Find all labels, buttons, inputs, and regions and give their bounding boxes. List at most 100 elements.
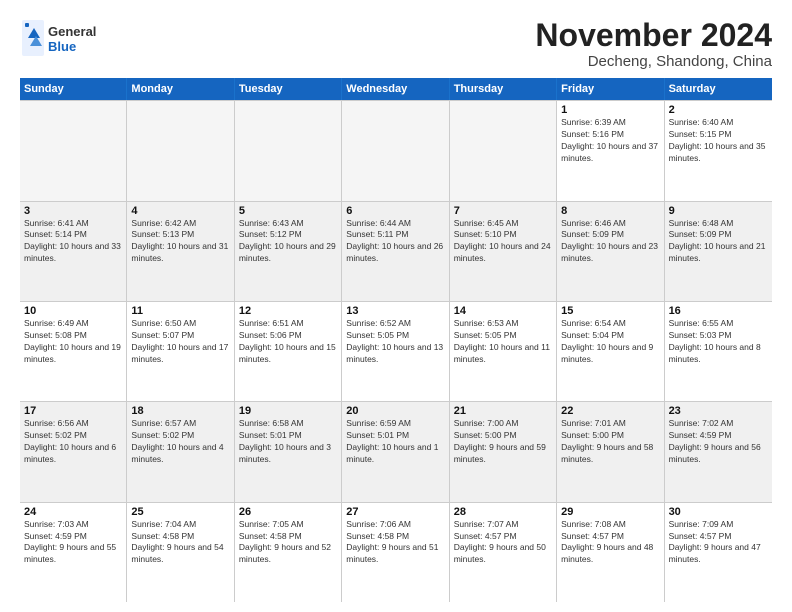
day-info: Sunrise: 6:55 AM Sunset: 5:03 PM Dayligh…	[669, 318, 768, 366]
day-cell-8: 8 Sunrise: 6:46 AM Sunset: 5:09 PM Dayli…	[557, 202, 664, 301]
header-wednesday: Wednesday	[342, 78, 449, 100]
day-info: Sunrise: 6:57 AM Sunset: 5:02 PM Dayligh…	[131, 418, 229, 466]
title-block: November 2024 Decheng, Shandong, China	[535, 18, 772, 70]
day-info: Sunrise: 7:05 AM Sunset: 4:58 PM Dayligh…	[239, 519, 337, 567]
day-info: Sunrise: 6:51 AM Sunset: 5:06 PM Dayligh…	[239, 318, 337, 366]
day-cell-9: 9 Sunrise: 6:48 AM Sunset: 5:09 PM Dayli…	[665, 202, 772, 301]
day-cell-3: 3 Sunrise: 6:41 AM Sunset: 5:14 PM Dayli…	[20, 202, 127, 301]
day-cell-27: 27 Sunrise: 7:06 AM Sunset: 4:58 PM Dayl…	[342, 503, 449, 602]
day-cell-22: 22 Sunrise: 7:01 AM Sunset: 5:00 PM Dayl…	[557, 402, 664, 501]
day-number: 14	[454, 305, 552, 317]
day-info: Sunrise: 6:53 AM Sunset: 5:05 PM Dayligh…	[454, 318, 552, 366]
day-info: Sunrise: 7:06 AM Sunset: 4:58 PM Dayligh…	[346, 519, 444, 567]
day-number: 1	[561, 104, 659, 116]
day-cell-30: 30 Sunrise: 7:09 AM Sunset: 4:57 PM Dayl…	[665, 503, 772, 602]
day-info: Sunrise: 7:04 AM Sunset: 4:58 PM Dayligh…	[131, 519, 229, 567]
day-info: Sunrise: 6:39 AM Sunset: 5:16 PM Dayligh…	[561, 117, 659, 165]
day-info: Sunrise: 6:59 AM Sunset: 5:01 PM Dayligh…	[346, 418, 444, 466]
day-cell-6: 6 Sunrise: 6:44 AM Sunset: 5:11 PM Dayli…	[342, 202, 449, 301]
day-cell-empty	[450, 101, 557, 200]
day-cell-23: 23 Sunrise: 7:02 AM Sunset: 4:59 PM Dayl…	[665, 402, 772, 501]
header-thursday: Thursday	[450, 78, 557, 100]
day-number: 17	[24, 405, 122, 417]
day-number: 21	[454, 405, 552, 417]
day-cell-7: 7 Sunrise: 6:45 AM Sunset: 5:10 PM Dayli…	[450, 202, 557, 301]
day-number: 16	[669, 305, 768, 317]
day-cell-empty	[127, 101, 234, 200]
day-number: 4	[131, 205, 229, 217]
day-cell-15: 15 Sunrise: 6:54 AM Sunset: 5:04 PM Dayl…	[557, 302, 664, 401]
day-number: 29	[561, 506, 659, 518]
week-row-3: 10 Sunrise: 6:49 AM Sunset: 5:08 PM Dayl…	[20, 301, 772, 401]
day-info: Sunrise: 6:50 AM Sunset: 5:07 PM Dayligh…	[131, 318, 229, 366]
day-info: Sunrise: 7:09 AM Sunset: 4:57 PM Dayligh…	[669, 519, 768, 567]
day-info: Sunrise: 6:46 AM Sunset: 5:09 PM Dayligh…	[561, 218, 659, 266]
day-number: 23	[669, 405, 768, 417]
day-number: 8	[561, 205, 659, 217]
week-row-4: 17 Sunrise: 6:56 AM Sunset: 5:02 PM Dayl…	[20, 401, 772, 501]
calendar-body: 1 Sunrise: 6:39 AM Sunset: 5:16 PM Dayli…	[20, 100, 772, 602]
day-cell-empty	[235, 101, 342, 200]
day-info: Sunrise: 6:49 AM Sunset: 5:08 PM Dayligh…	[24, 318, 122, 366]
calendar-header: Sunday Monday Tuesday Wednesday Thursday…	[20, 78, 772, 100]
day-cell-13: 13 Sunrise: 6:52 AM Sunset: 5:05 PM Dayl…	[342, 302, 449, 401]
week-row-5: 24 Sunrise: 7:03 AM Sunset: 4:59 PM Dayl…	[20, 502, 772, 602]
day-cell-4: 4 Sunrise: 6:42 AM Sunset: 5:13 PM Dayli…	[127, 202, 234, 301]
day-info: Sunrise: 6:52 AM Sunset: 5:05 PM Dayligh…	[346, 318, 444, 366]
day-cell-2: 2 Sunrise: 6:40 AM Sunset: 5:15 PM Dayli…	[665, 101, 772, 200]
day-cell-29: 29 Sunrise: 7:08 AM Sunset: 4:57 PM Dayl…	[557, 503, 664, 602]
day-number: 10	[24, 305, 122, 317]
day-cell-24: 24 Sunrise: 7:03 AM Sunset: 4:59 PM Dayl…	[20, 503, 127, 602]
day-cell-1: 1 Sunrise: 6:39 AM Sunset: 5:16 PM Dayli…	[557, 101, 664, 200]
day-info: Sunrise: 7:07 AM Sunset: 4:57 PM Dayligh…	[454, 519, 552, 567]
day-number: 12	[239, 305, 337, 317]
day-cell-empty	[342, 101, 449, 200]
day-info: Sunrise: 6:43 AM Sunset: 5:12 PM Dayligh…	[239, 218, 337, 266]
svg-text:Blue: Blue	[48, 39, 76, 54]
day-info: Sunrise: 6:48 AM Sunset: 5:09 PM Dayligh…	[669, 218, 768, 266]
day-info: Sunrise: 6:56 AM Sunset: 5:02 PM Dayligh…	[24, 418, 122, 466]
day-info: Sunrise: 7:01 AM Sunset: 5:00 PM Dayligh…	[561, 418, 659, 466]
day-number: 18	[131, 405, 229, 417]
header-saturday: Saturday	[665, 78, 772, 100]
day-number: 9	[669, 205, 768, 217]
day-number: 20	[346, 405, 444, 417]
day-number: 2	[669, 104, 768, 116]
day-number: 15	[561, 305, 659, 317]
day-cell-12: 12 Sunrise: 6:51 AM Sunset: 5:06 PM Dayl…	[235, 302, 342, 401]
day-cell-11: 11 Sunrise: 6:50 AM Sunset: 5:07 PM Dayl…	[127, 302, 234, 401]
month-title: November 2024	[535, 18, 772, 53]
day-info: Sunrise: 6:45 AM Sunset: 5:10 PM Dayligh…	[454, 218, 552, 266]
day-cell-empty	[20, 101, 127, 200]
svg-text:General: General	[48, 24, 96, 39]
header-friday: Friday	[557, 78, 664, 100]
logo: General Blue	[20, 18, 110, 58]
day-info: Sunrise: 7:00 AM Sunset: 5:00 PM Dayligh…	[454, 418, 552, 466]
day-cell-14: 14 Sunrise: 6:53 AM Sunset: 5:05 PM Dayl…	[450, 302, 557, 401]
day-number: 22	[561, 405, 659, 417]
day-cell-17: 17 Sunrise: 6:56 AM Sunset: 5:02 PM Dayl…	[20, 402, 127, 501]
day-number: 7	[454, 205, 552, 217]
day-cell-25: 25 Sunrise: 7:04 AM Sunset: 4:58 PM Dayl…	[127, 503, 234, 602]
day-info: Sunrise: 7:08 AM Sunset: 4:57 PM Dayligh…	[561, 519, 659, 567]
day-number: 5	[239, 205, 337, 217]
calendar: Sunday Monday Tuesday Wednesday Thursday…	[20, 78, 772, 602]
day-info: Sunrise: 6:44 AM Sunset: 5:11 PM Dayligh…	[346, 218, 444, 266]
day-cell-21: 21 Sunrise: 7:00 AM Sunset: 5:00 PM Dayl…	[450, 402, 557, 501]
day-cell-5: 5 Sunrise: 6:43 AM Sunset: 5:12 PM Dayli…	[235, 202, 342, 301]
day-cell-10: 10 Sunrise: 6:49 AM Sunset: 5:08 PM Dayl…	[20, 302, 127, 401]
day-number: 27	[346, 506, 444, 518]
day-info: Sunrise: 7:02 AM Sunset: 4:59 PM Dayligh…	[669, 418, 768, 466]
day-info: Sunrise: 6:41 AM Sunset: 5:14 PM Dayligh…	[24, 218, 122, 266]
day-number: 3	[24, 205, 122, 217]
day-number: 6	[346, 205, 444, 217]
day-info: Sunrise: 6:58 AM Sunset: 5:01 PM Dayligh…	[239, 418, 337, 466]
day-number: 30	[669, 506, 768, 518]
day-cell-19: 19 Sunrise: 6:58 AM Sunset: 5:01 PM Dayl…	[235, 402, 342, 501]
location: Decheng, Shandong, China	[535, 53, 772, 70]
day-info: Sunrise: 7:03 AM Sunset: 4:59 PM Dayligh…	[24, 519, 122, 567]
day-number: 25	[131, 506, 229, 518]
day-number: 28	[454, 506, 552, 518]
day-number: 13	[346, 305, 444, 317]
header-tuesday: Tuesday	[235, 78, 342, 100]
